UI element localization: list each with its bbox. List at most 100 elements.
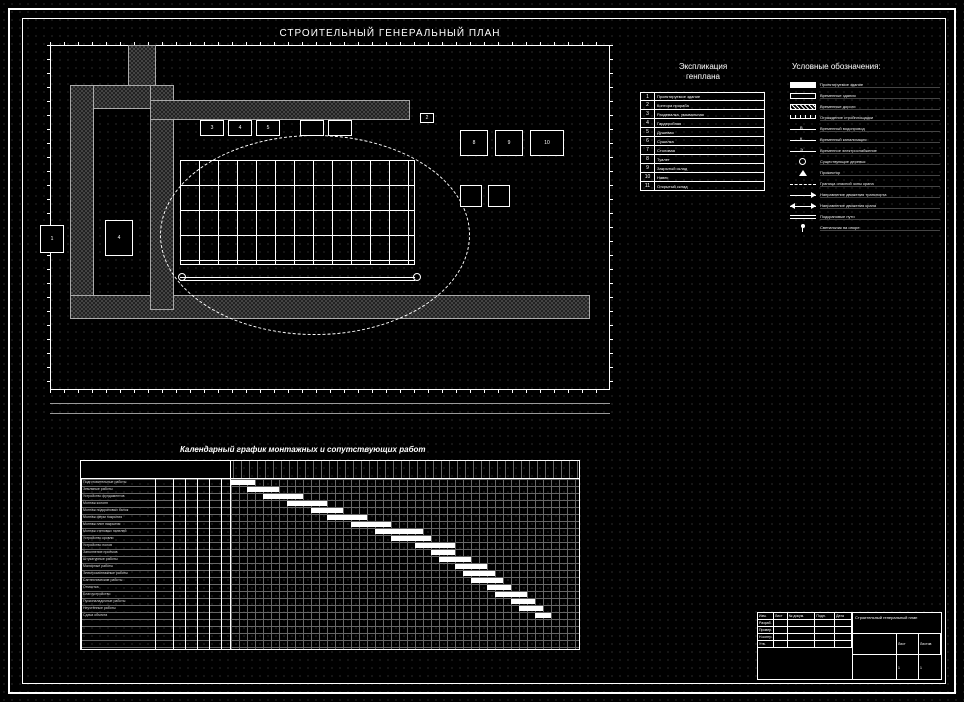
explication-table: 1Проектируемое здание2Контора прораба3Ра… xyxy=(640,92,765,191)
legend-label: Направление движения крана xyxy=(820,203,940,209)
gantt-row-label: Электромонтажные работы xyxy=(83,571,153,575)
gantt-row-label: Земляные работы xyxy=(83,487,153,491)
tb-cell xyxy=(835,627,852,633)
temp-bldg-left: 4 xyxy=(105,220,133,256)
explication-text: Туалет xyxy=(655,155,764,163)
crane-danger-zone xyxy=(160,135,470,335)
explication-text: Раздевалка, умывальная xyxy=(655,110,764,118)
legend-symbols: Проектируемое здание Временные здания Врем… xyxy=(790,80,940,234)
legend-label: Временный водопровод xyxy=(820,126,940,132)
gantt-chart: Подготовительные работыЗемляные работыУс… xyxy=(80,460,580,650)
tb-cell xyxy=(788,627,816,633)
temp-bldg-r1 xyxy=(460,185,482,207)
legend-label: Светильник на опоре xyxy=(820,225,940,231)
tb-row: Изм.Лист№ докум.Подп.Дата xyxy=(758,613,852,620)
tb-row: Н.контр. xyxy=(758,634,852,641)
explication-text: Гардеробная xyxy=(655,119,764,127)
gantt-row-label: Устройство фундаментов xyxy=(83,494,153,498)
temp-bldg-9: 9 xyxy=(495,130,523,156)
tb-mid: ЛистЛистов xyxy=(853,634,941,655)
temp-bldg-8: 8 xyxy=(460,130,488,156)
legend-row: Подкрановые пути xyxy=(790,212,940,222)
gantt-bar xyxy=(327,515,367,520)
legend-row: Ограждение стройплощадки xyxy=(790,113,940,123)
gantt-bar xyxy=(287,501,327,506)
gantt-bar xyxy=(431,550,455,555)
tb-cell xyxy=(788,641,816,647)
tb-cell: Провер. xyxy=(758,627,774,633)
gantt-bar xyxy=(511,599,535,604)
tb-cell xyxy=(815,627,835,633)
legend-icon xyxy=(790,202,816,210)
gantt-bar xyxy=(311,508,343,513)
gantt-bar xyxy=(247,487,279,492)
tb-project: Строительный генеральный план xyxy=(853,613,941,634)
tb-cell xyxy=(815,620,835,626)
legend-label: Существующие деревья xyxy=(820,159,940,165)
explication-row: 9Закрытый склад xyxy=(640,164,765,173)
gantt-bar xyxy=(231,480,255,485)
legend-label: Проектируемое здание xyxy=(820,82,940,88)
legend-icon: К xyxy=(790,136,816,144)
tb-row: Разраб. xyxy=(758,620,852,627)
label-2: 2 xyxy=(420,113,434,123)
legend-row: Направление движения транспорта xyxy=(790,190,940,200)
explication-text: Душевая xyxy=(655,128,764,136)
legend-row: Направление движения крана xyxy=(790,201,940,211)
gantt-row-label: Монтаж стеновых панелей xyxy=(83,529,153,533)
gantt-row-label: Неучтённые работы xyxy=(83,606,153,610)
explication-num: 5 xyxy=(641,128,655,136)
dim-line-1 xyxy=(50,403,610,404)
legend-label: Временный канализация xyxy=(820,137,940,143)
legend-icon: Э xyxy=(790,147,816,155)
gantt-bar xyxy=(471,578,503,583)
gantt-bar xyxy=(351,522,391,527)
explication-num: 11 xyxy=(641,182,655,190)
temp-bldg-10: 10 xyxy=(530,130,564,156)
legend-icon: В xyxy=(790,125,816,133)
legend-icon xyxy=(790,92,816,100)
legend-row: К Временный канализация xyxy=(790,135,940,145)
tb-cell: Изм. xyxy=(758,613,774,619)
legend-title: Условные обозначения: xyxy=(792,62,942,72)
gantt-header-left xyxy=(81,461,231,478)
tb-cell xyxy=(774,641,788,647)
gantt-row-label: Отмостка xyxy=(83,585,153,589)
gantt-row-label: Благоустройство xyxy=(83,592,153,596)
label-1: 1 xyxy=(40,225,64,253)
tb-cell xyxy=(815,634,835,640)
legend-row: Временные дороги xyxy=(790,102,940,112)
explication-row: 6Сушилка xyxy=(640,137,765,146)
road-left xyxy=(70,85,94,315)
gantt-row-label: Устройство полов xyxy=(83,543,153,547)
gantt-bar xyxy=(415,543,455,548)
tb-cell: Н.контр. xyxy=(758,634,774,640)
gantt-bar xyxy=(535,613,551,618)
gantt-bar xyxy=(519,606,543,611)
tb-cell: Утв. xyxy=(758,641,774,647)
gantt-row-label: Сдача объекта xyxy=(83,613,153,617)
tb-cell xyxy=(774,634,788,640)
legend-label: Подкрановые пути xyxy=(820,214,940,220)
explication-text: Навес xyxy=(655,173,764,181)
fence-bottom xyxy=(50,390,610,393)
dim-line-2 xyxy=(50,413,610,414)
gantt-row-label: Монтаж плит покрытия xyxy=(83,522,153,526)
legend-label: Прожектор xyxy=(820,170,940,176)
explication-text: Проектируемое здание xyxy=(655,93,764,100)
tb-cell xyxy=(835,641,852,647)
explication-row: 7Столовая xyxy=(640,146,765,155)
temp-bldg-5: 5 xyxy=(256,120,280,136)
gantt-bar xyxy=(263,494,303,499)
gantt-title: Календарный график монтажных и сопутству… xyxy=(180,445,426,454)
fence-right xyxy=(610,45,613,390)
explication-text: Столовая xyxy=(655,146,764,154)
tb-cell xyxy=(774,620,788,626)
title-block: Изм.Лист№ докум.Подп.ДатаРазраб.Провер.Н… xyxy=(757,612,942,680)
legend-label: Временные здания xyxy=(820,93,940,99)
legend-icon xyxy=(790,158,816,166)
gantt-row-label: Устройство кровли xyxy=(83,536,153,540)
legend-icon xyxy=(790,114,816,122)
explication-row: 3Раздевалка, умывальная xyxy=(640,110,765,119)
legend-icon xyxy=(790,103,816,111)
